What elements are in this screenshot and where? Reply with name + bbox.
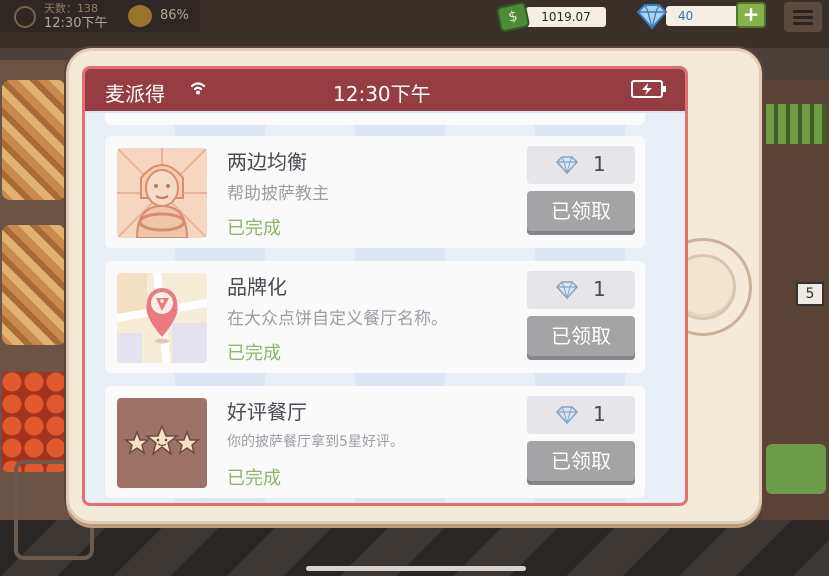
claimed-button[interactable]: 已领取 [527,191,635,235]
home-indicator[interactable] [306,566,526,571]
achievement-status: 已完成 [227,468,281,489]
wifi-icon [190,82,206,95]
achievement-title: 好评餐厅 [227,400,307,424]
app-name: 麦派得 [105,82,165,106]
reward-count: 1 [593,402,606,426]
hud-clock: 12:30下午 [44,16,108,31]
cash-counter: 1019.07 $ [495,1,610,33]
cash-value: 1019.07 [526,7,606,27]
crust-bin [2,225,66,345]
diamond-icon [555,406,579,425]
achievement-description: 你的披萨餐厅拿到5星好评。 [227,434,404,450]
tablet-screen: 麦派得 12:30下午 两边均衡 帮助披萨教主 已完成 1 已领取 品牌化 在大… [82,66,688,506]
menu-button[interactable] [784,2,822,32]
status-time: 12:30下午 [333,82,431,106]
previous-card-edge [105,113,645,125]
gem-reward: 1 [527,271,635,309]
diamond-icon [555,156,579,175]
tomato-bin [2,372,66,472]
claimed-button[interactable]: 已领取 [527,441,635,485]
money-icon: $ [495,1,531,33]
achievement-status: 已完成 [227,343,281,364]
pizza-master-portrait-icon [117,148,207,238]
right-green-tray [766,444,826,494]
buy-gems-button[interactable]: + [736,2,766,28]
achievement-title: 两边均衡 [227,150,307,174]
status-bar: 麦派得 12:30下午 [85,69,685,111]
achievement-title: 品牌化 [227,275,287,299]
hud-time-panel: 天数：138 12:30下午 86% [0,0,200,32]
three-stars-icon [117,398,207,488]
achievement-card: 两边均衡 帮助披萨教主 已完成 1 已领取 [105,136,645,248]
gem-reward: 1 [527,396,635,434]
fries-bin [2,80,66,200]
gem-reward: 1 [527,146,635,184]
achievement-card: 好评餐厅 你的披萨餐厅拿到5星好评。 已完成 1 已领取 [105,386,645,498]
hud-rating: 86% [160,8,189,23]
achievement-card: 品牌化 在大众点饼自定义餐厅名称。 已完成 1 已领取 [105,261,645,373]
achievement-description: 在大众点饼自定义餐厅名称。 [227,309,448,329]
battery-icon [631,80,666,98]
right-counter-tag: 5 [796,282,824,306]
diamond-icon [636,4,668,30]
claimed-button[interactable]: 已领取 [527,316,635,360]
map-pizza-pin-icon [117,273,207,363]
achievement-status: 已完成 [227,218,281,239]
diamond-icon [555,281,579,300]
green-crate [766,104,826,144]
clock-icon [14,6,36,28]
reward-count: 1 [593,277,606,301]
satisfaction-face-icon [128,5,152,27]
achievement-description: 帮助披萨教主 [227,184,329,204]
reward-count: 1 [593,152,606,176]
